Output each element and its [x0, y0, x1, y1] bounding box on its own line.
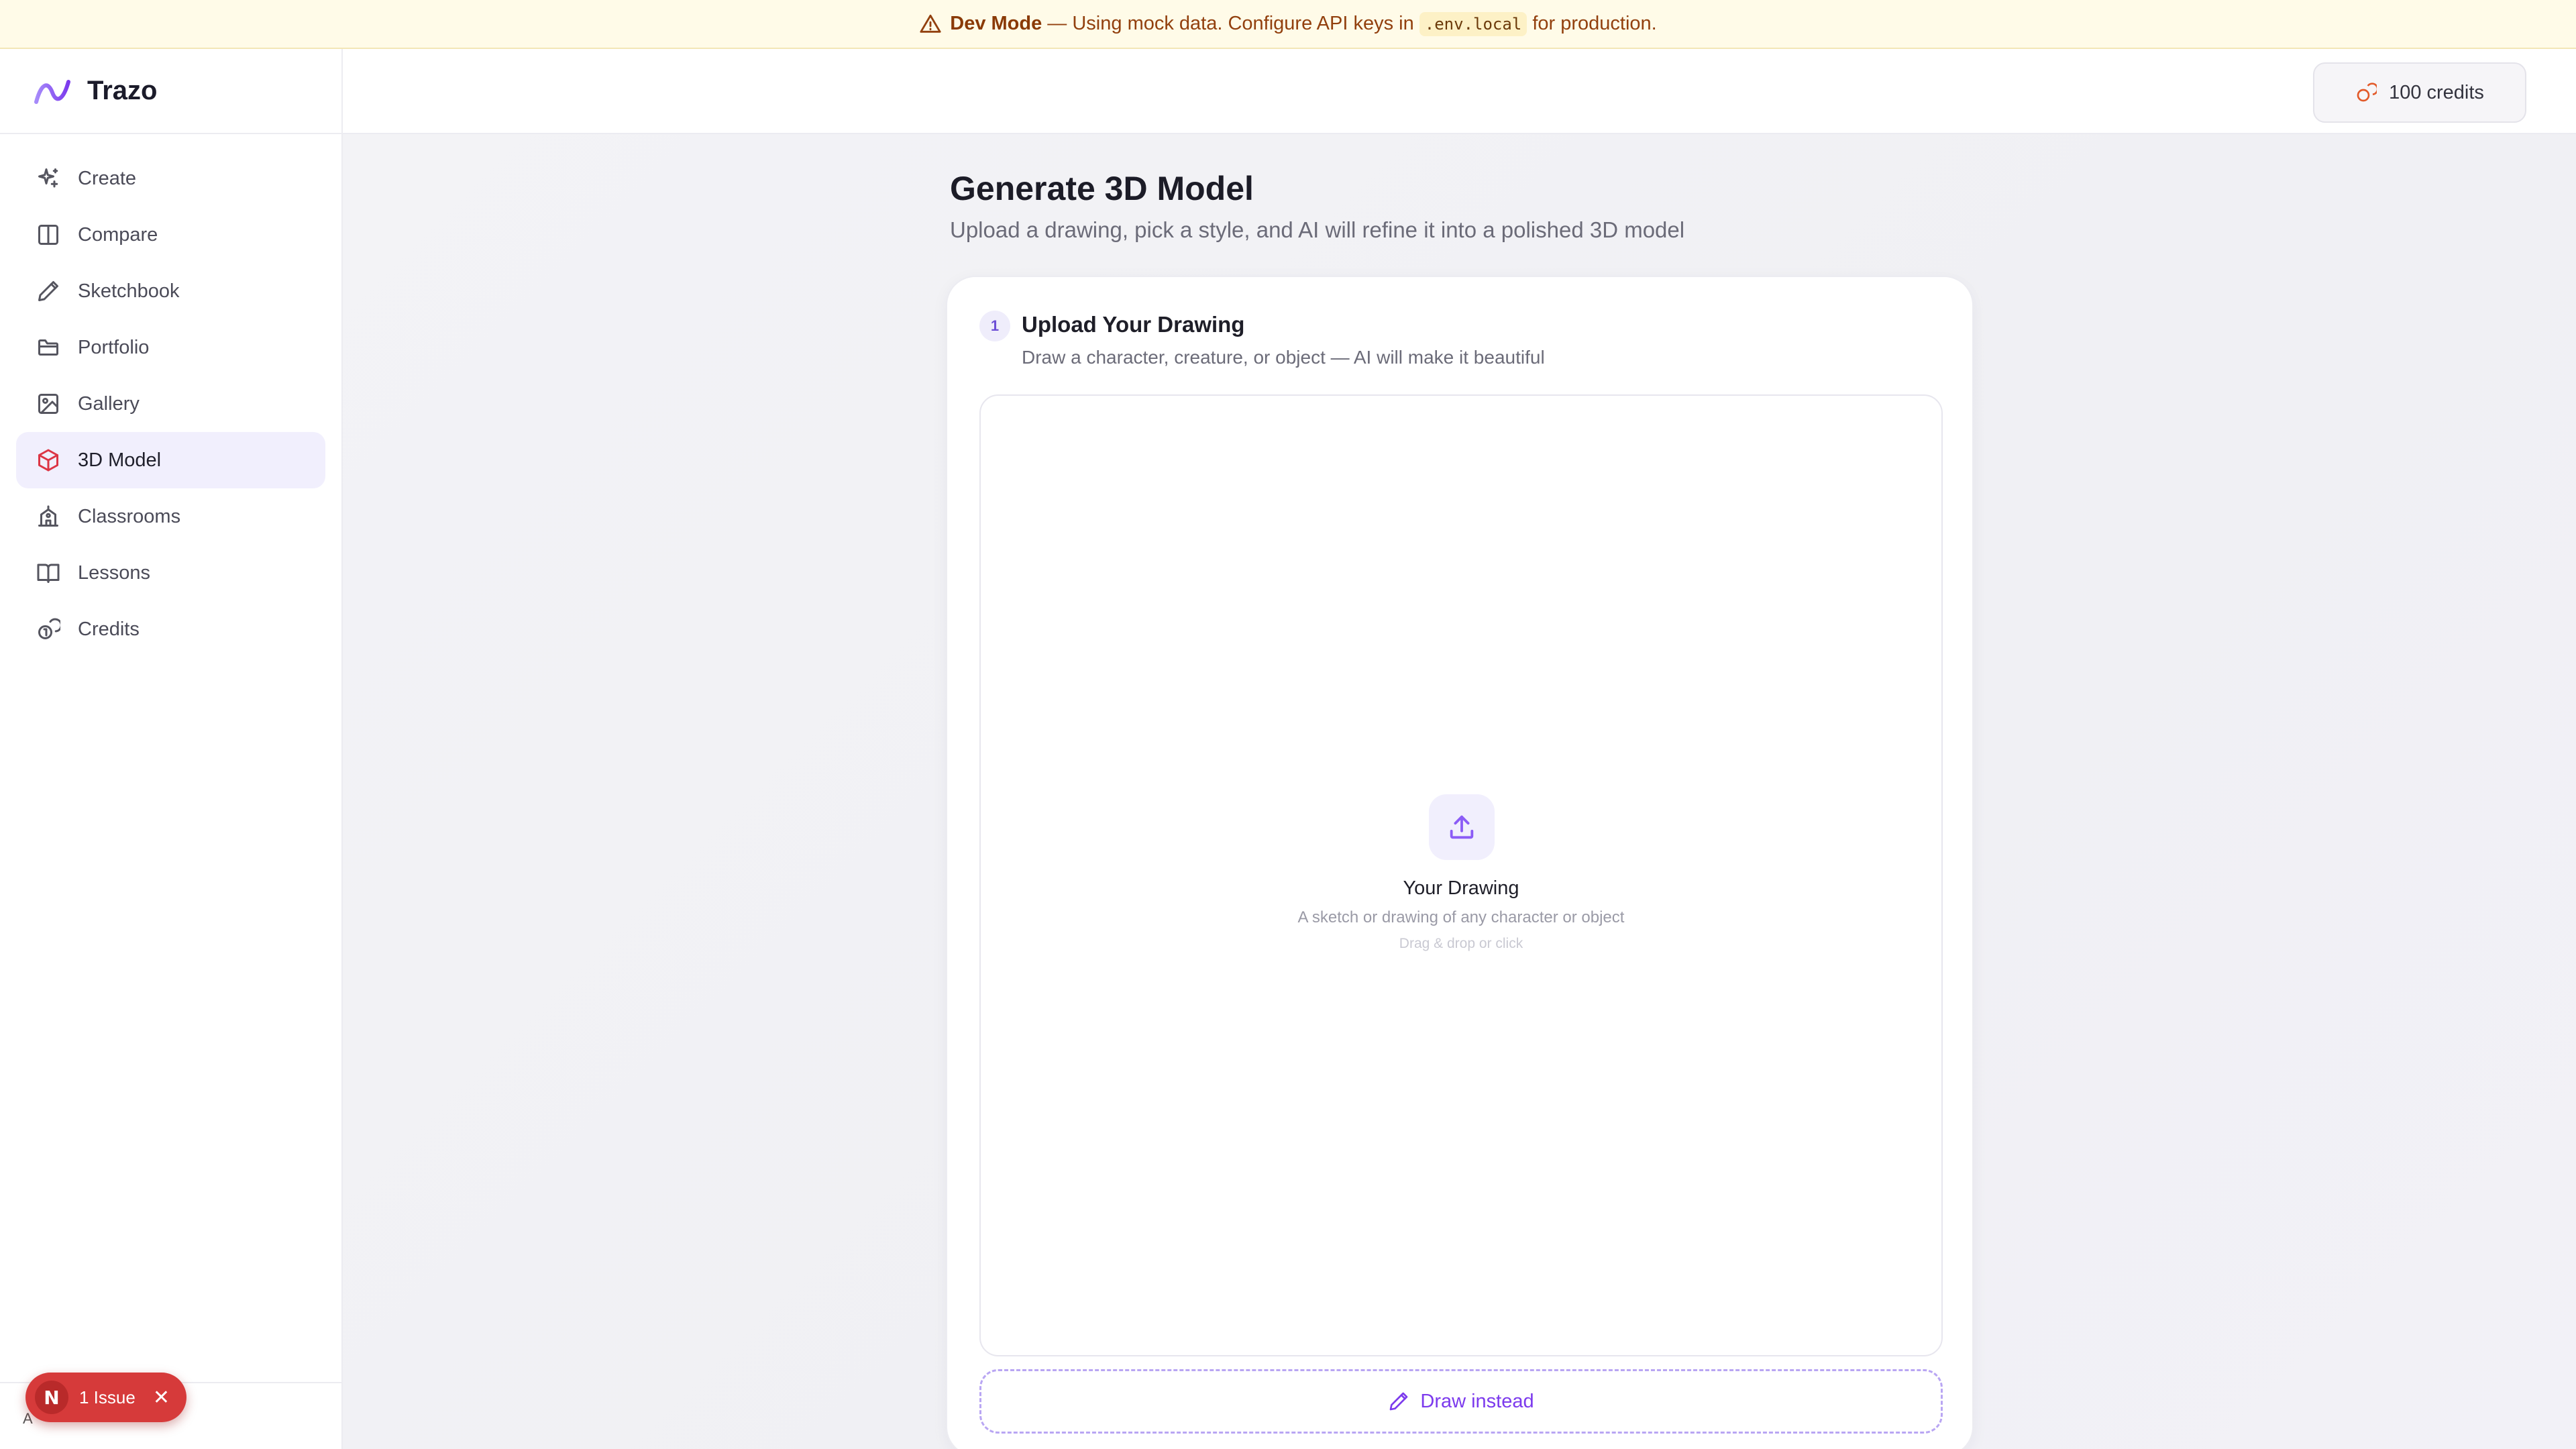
dropzone-hint: Drag & drop or click — [1399, 936, 1523, 951]
dev-mode-banner: Dev Mode — Using mock data. Configure AP… — [0, 0, 2576, 49]
sidebar-item-label: Compare — [78, 223, 158, 246]
banner-code: .env.local — [1419, 12, 1527, 36]
sidebar-item-create[interactable]: Create — [16, 150, 325, 207]
dropzone-subtitle: A sketch or drawing of any character or … — [1297, 908, 1625, 926]
step-number-badge: 1 — [979, 311, 1010, 341]
issue-badge[interactable]: N 1 Issue ✕ — [25, 1373, 186, 1422]
sidebar-item-portfolio[interactable]: Portfolio — [16, 319, 325, 376]
cube-icon — [38, 449, 58, 472]
columns-icon — [38, 225, 58, 245]
sidebar-item-label: Classrooms — [78, 505, 181, 527]
close-icon[interactable]: ✕ — [153, 1386, 170, 1409]
credits-label: 100 credits — [2389, 81, 2484, 103]
sidebar-item-label: Lessons — [78, 561, 151, 584]
sidebar-item-label: Credits — [78, 618, 140, 640]
page-subtitle: Upload a drawing, pick a style, and AI w… — [950, 217, 1685, 242]
sidebar-item-label: 3D Model — [78, 449, 162, 471]
coins-icon — [2357, 83, 2377, 102]
sidebar-item-compare[interactable]: Compare — [16, 207, 325, 263]
sidebar-item-label: Portfolio — [78, 336, 150, 358]
draw-instead-button[interactable]: Draw instead — [979, 1369, 1943, 1434]
coins-icon — [38, 618, 60, 639]
sidebar-item-label: Sketchbook — [78, 280, 180, 302]
draw-instead-label: Draw instead — [1420, 1390, 1534, 1412]
page-title: Generate 3D Model — [950, 170, 1254, 207]
sidebar-item-lessons[interactable]: Lessons — [16, 545, 325, 601]
brand[interactable]: Trazo — [0, 49, 341, 134]
sparkles-icon — [38, 168, 58, 188]
issue-count-label: 1 Issue — [79, 1387, 136, 1407]
sidebar-item-gallery[interactable]: Gallery — [16, 376, 325, 432]
sidebar-item-label: Create — [78, 167, 137, 189]
banner-message: Dev Mode — Using mock data. Configure AP… — [950, 12, 1657, 36]
main-content: Generate 3D Model Upload a drawing, pick… — [343, 134, 2576, 1449]
image-icon — [38, 394, 58, 414]
banner-text-after-code: for production. — [1527, 13, 1657, 34]
step-subtitle: Draw a character, creature, or object — … — [1022, 347, 1545, 368]
sidebar-item-sketchbook[interactable]: Sketchbook — [16, 263, 325, 319]
upload-icon — [1429, 794, 1495, 860]
sidebar-item-classrooms[interactable]: Classrooms — [16, 488, 325, 545]
banner-title: Dev Mode — [950, 13, 1042, 34]
brand-name: Trazo — [87, 76, 158, 105]
sidebar-item-3d-model[interactable]: 3D Model — [16, 432, 325, 488]
warning-icon — [919, 13, 942, 36]
drawing-dropzone[interactable]: Your Drawing A sketch or drawing of any … — [979, 394, 1943, 1356]
upload-card: 1 Upload Your Drawing Draw a character, … — [946, 276, 1974, 1449]
pencil-icon — [1390, 1392, 1408, 1411]
sidebar: Trazo Create Compare Sketchbook Portfoli… — [0, 49, 343, 1449]
pencil-icon — [38, 281, 58, 301]
school-icon — [38, 505, 58, 527]
folder-icon — [38, 339, 58, 356]
banner-text-before-code: — Using mock data. Configure API keys in — [1042, 13, 1419, 34]
book-icon — [37, 564, 60, 583]
step-title: Upload Your Drawing — [1022, 312, 1245, 337]
sidebar-item-credits[interactable]: Credits — [16, 601, 325, 657]
credits-button[interactable]: 100 credits — [2313, 62, 2526, 123]
topbar: 100 credits — [343, 49, 2576, 134]
sidebar-item-label: Gallery — [78, 392, 140, 415]
trazo-logo-icon — [34, 79, 70, 104]
dropzone-title: Your Drawing — [1403, 877, 1519, 899]
nextjs-logo-icon: N — [35, 1381, 68, 1414]
sidebar-nav: Create Compare Sketchbook Portfolio Gall… — [0, 134, 341, 657]
